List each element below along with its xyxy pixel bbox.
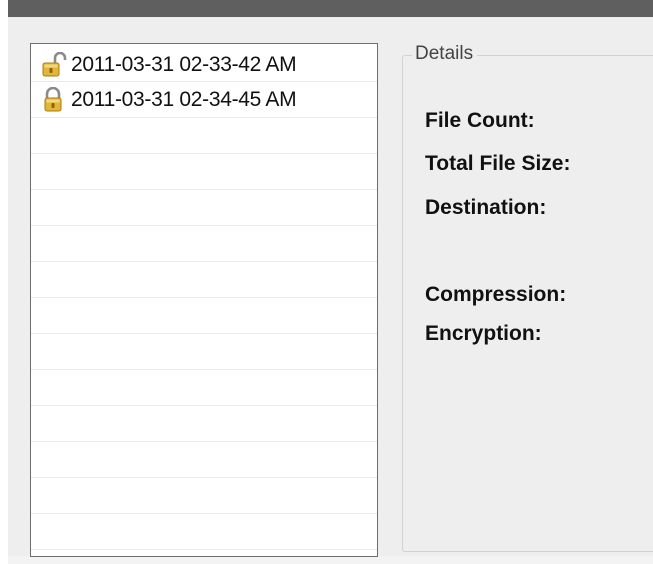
unlocked-padlock-icon — [42, 51, 67, 76]
empty-list-row[interactable] — [31, 406, 377, 442]
empty-list-row[interactable] — [31, 514, 377, 550]
empty-list-row[interactable] — [31, 442, 377, 478]
details-groupbox-title: Details — [412, 43, 478, 65]
backup-list[interactable]: 2011-03-31 02-33-42 AM 2011-03-31 02-34-… — [30, 43, 378, 557]
locked-padlock-icon — [44, 86, 62, 111]
backup-list-item-label: 2011-03-31 02-34-45 AM — [71, 87, 297, 111]
backup-list-item[interactable]: 2011-03-31 02-33-42 AM — [31, 44, 377, 82]
empty-list-row[interactable] — [31, 334, 377, 370]
empty-list-row[interactable] — [31, 118, 377, 154]
empty-list-row[interactable] — [31, 298, 377, 334]
window-bottom-strip — [8, 556, 653, 564]
backup-list-item-label: 2011-03-31 02-33-42 AM — [71, 52, 297, 76]
empty-list-row[interactable] — [31, 262, 377, 298]
destination-label: Destination: — [425, 196, 547, 219]
window-title-bar[interactable] — [8, 0, 653, 17]
backup-list-item[interactable]: 2011-03-31 02-34-45 AM — [31, 82, 377, 118]
file-count-label: File Count: — [425, 109, 535, 132]
empty-list-row[interactable] — [31, 226, 377, 262]
compression-label: Compression: — [425, 283, 567, 306]
total-file-size-label: Total File Size: — [425, 152, 571, 175]
empty-list-row[interactable] — [31, 190, 377, 226]
empty-list-row[interactable] — [31, 154, 377, 190]
empty-list-row[interactable] — [31, 478, 377, 514]
encryption-label: Encryption: — [425, 322, 542, 345]
empty-list-row[interactable] — [31, 370, 377, 406]
